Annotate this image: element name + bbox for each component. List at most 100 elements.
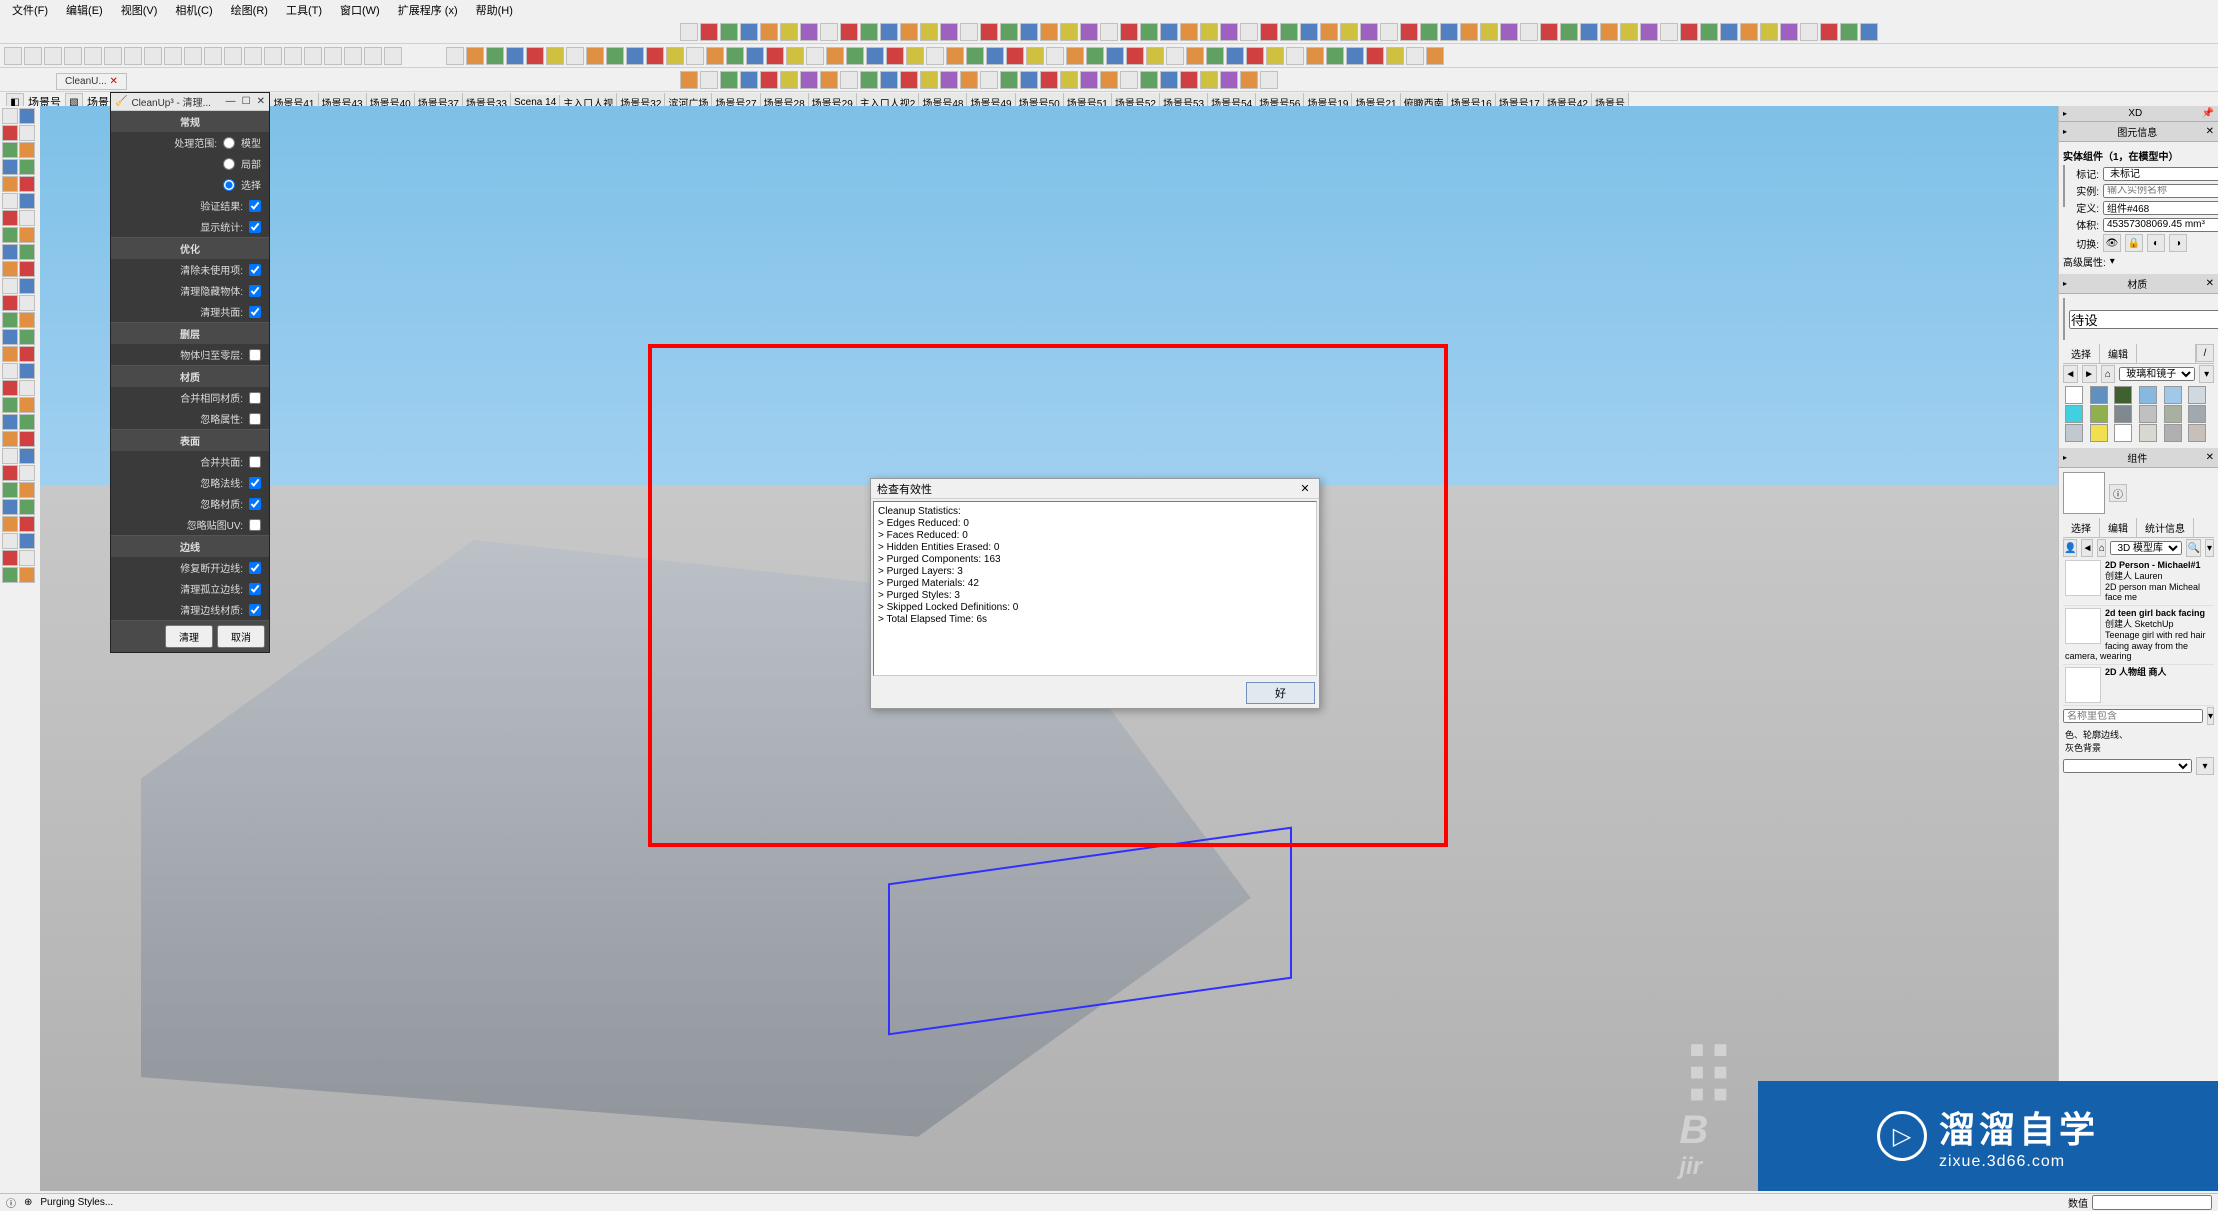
- ltool-a-16[interactable]: [2, 380, 18, 396]
- ltool-b-0[interactable]: [19, 108, 35, 124]
- ext-tool-33[interactable]: [1340, 23, 1358, 41]
- tool1b-44[interactable]: [1326, 47, 1344, 65]
- tool1-16[interactable]: [324, 47, 342, 65]
- toggle-vis-icon[interactable]: 👁: [2103, 234, 2121, 252]
- ext-tool-22[interactable]: [1120, 23, 1138, 41]
- showstats-check[interactable]: [249, 221, 261, 233]
- ltool-b-8[interactable]: [19, 244, 35, 260]
- ext-tool-7[interactable]: [820, 23, 838, 41]
- ltool-b-15[interactable]: [19, 363, 35, 379]
- comp-tab-stats[interactable]: 统计信息: [2137, 518, 2194, 537]
- ext-tool-30[interactable]: [1280, 23, 1298, 41]
- ext-tool-1[interactable]: [700, 23, 718, 41]
- tool1b-6[interactable]: [566, 47, 584, 65]
- tool1b-11[interactable]: [666, 47, 684, 65]
- menu-file[interactable]: 文件(F): [4, 0, 56, 20]
- tool1b-49[interactable]: [1426, 47, 1444, 65]
- tool2-13[interactable]: [940, 71, 958, 89]
- ext-tool-19[interactable]: [1060, 23, 1078, 41]
- tab-select[interactable]: 选择: [2063, 344, 2100, 363]
- ltool-a-10[interactable]: [2, 278, 18, 294]
- tool1b-22[interactable]: [886, 47, 904, 65]
- current-material-thumb[interactable]: [2063, 298, 2065, 340]
- swatch-7[interactable]: [2090, 405, 2108, 423]
- ext-tool-45[interactable]: [1580, 23, 1598, 41]
- ltool-a-4[interactable]: [2, 176, 18, 192]
- tool1b-9[interactable]: [626, 47, 644, 65]
- ext-tool-2[interactable]: [720, 23, 738, 41]
- tool1b-0[interactable]: [446, 47, 464, 65]
- tool1b-27[interactable]: [986, 47, 1004, 65]
- ltool-a-18[interactable]: [2, 414, 18, 430]
- ext-tool-20[interactable]: [1080, 23, 1098, 41]
- tool1b-30[interactable]: [1046, 47, 1064, 65]
- ext-tool-38[interactable]: [1440, 23, 1458, 41]
- instance-input[interactable]: [2103, 184, 2218, 198]
- ltool-a-15[interactable]: [2, 363, 18, 379]
- tool2-3[interactable]: [740, 71, 758, 89]
- tool1-18[interactable]: [364, 47, 382, 65]
- measurement-input[interactable]: [2092, 1195, 2212, 1210]
- ext-tool-52[interactable]: [1720, 23, 1738, 41]
- swatch-3[interactable]: [2139, 386, 2157, 404]
- cleanup-dock-tab[interactable]: CleanU... ✕: [56, 73, 127, 90]
- swatch-10[interactable]: [2164, 405, 2182, 423]
- tool1b-36[interactable]: [1166, 47, 1184, 65]
- tool2-10[interactable]: [880, 71, 898, 89]
- tool2-2[interactable]: [720, 71, 738, 89]
- purge-hidden-check[interactable]: [249, 285, 261, 297]
- ext-tool-12[interactable]: [920, 23, 938, 41]
- ltool-a-23[interactable]: [2, 499, 18, 515]
- ltool-a-9[interactable]: [2, 261, 18, 277]
- tool1b-19[interactable]: [826, 47, 844, 65]
- ltool-a-11[interactable]: [2, 295, 18, 311]
- comp-people-icon[interactable]: 👤: [2063, 539, 2077, 557]
- ltool-a-6[interactable]: [2, 210, 18, 226]
- toggle-lock-icon[interactable]: 🔒: [2125, 234, 2143, 252]
- tool1b-20[interactable]: [846, 47, 864, 65]
- tool1b-34[interactable]: [1126, 47, 1144, 65]
- components-header[interactable]: 组件✕: [2059, 448, 2218, 468]
- dialog-titlebar[interactable]: 检查有效性 ✕: [871, 479, 1319, 499]
- tool1b-29[interactable]: [1026, 47, 1044, 65]
- pin-icon[interactable]: 📌: [2202, 108, 2214, 119]
- swatch-1[interactable]: [2090, 386, 2108, 404]
- tool1b-4[interactable]: [526, 47, 544, 65]
- ltool-a-17[interactable]: [2, 397, 18, 413]
- ext-tool-14[interactable]: [960, 23, 978, 41]
- scope-selection-radio[interactable]: [223, 179, 235, 191]
- tool1b-13[interactable]: [706, 47, 724, 65]
- ltool-a-3[interactable]: [2, 159, 18, 175]
- menu-extensions[interactable]: 扩展程序 (x): [390, 0, 466, 20]
- ext-tool-6[interactable]: [800, 23, 818, 41]
- tool2-21[interactable]: [1100, 71, 1118, 89]
- close-icon[interactable]: ✕: [257, 96, 265, 107]
- swatch-13[interactable]: [2090, 424, 2108, 442]
- tool1-12[interactable]: [244, 47, 262, 65]
- tool2-27[interactable]: [1220, 71, 1238, 89]
- tool1b-28[interactable]: [1006, 47, 1024, 65]
- repair-split-check[interactable]: [249, 562, 261, 574]
- minimize-icon[interactable]: —: [226, 96, 236, 107]
- tool1b-40[interactable]: [1246, 47, 1264, 65]
- comp-filter-icon[interactable]: ▾: [2207, 707, 2214, 725]
- tool1b-17[interactable]: [786, 47, 804, 65]
- tool1b-45[interactable]: [1346, 47, 1364, 65]
- tool1b-3[interactable]: [506, 47, 524, 65]
- menu-edit[interactable]: 编辑(E): [58, 0, 111, 20]
- mat-menu-icon[interactable]: ▾: [2199, 365, 2214, 383]
- tool1-4[interactable]: [84, 47, 102, 65]
- menu-help[interactable]: 帮助(H): [468, 0, 521, 20]
- validate-check[interactable]: [249, 200, 261, 212]
- tool1-7[interactable]: [144, 47, 162, 65]
- ltool-a-14[interactable]: [2, 346, 18, 362]
- ext-tool-15[interactable]: [980, 23, 998, 41]
- tool1b-37[interactable]: [1186, 47, 1204, 65]
- dialog-output[interactable]: Cleanup Statistics: > Edges Reduced: 0 >…: [873, 501, 1317, 676]
- ext-tool-28[interactable]: [1240, 23, 1258, 41]
- ext-tool-21[interactable]: [1100, 23, 1118, 41]
- tool1b-24[interactable]: [926, 47, 944, 65]
- ltool-a-22[interactable]: [2, 482, 18, 498]
- tool2-25[interactable]: [1180, 71, 1198, 89]
- close-icon[interactable]: ✕: [1297, 481, 1313, 497]
